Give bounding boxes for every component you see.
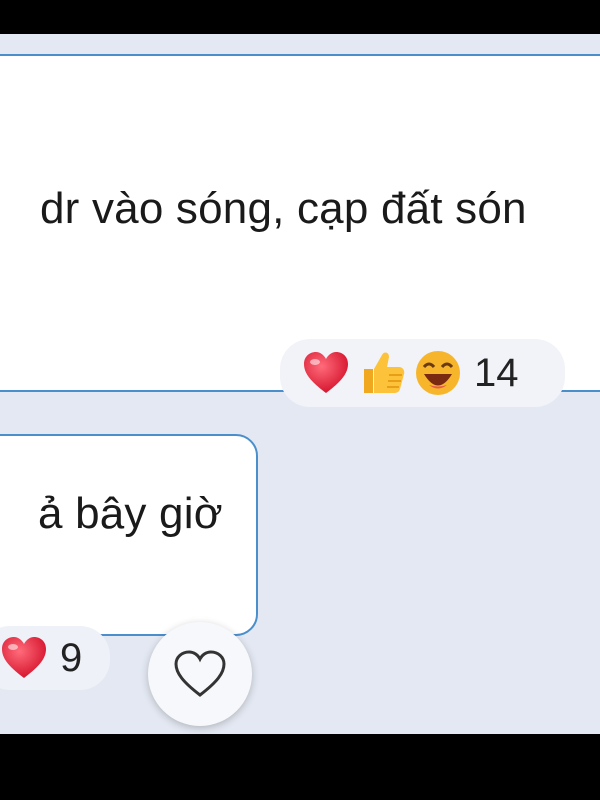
thumbs-up-emoji-icon bbox=[364, 352, 405, 393]
reaction-summary-1[interactable]: 14 bbox=[280, 339, 565, 407]
reaction-count-1: 14 bbox=[474, 350, 519, 395]
chat-area: dr vào sóng, cạp đất són 14 ả bây giờ 9 bbox=[0, 34, 600, 734]
laughing-emoji-icon bbox=[416, 351, 460, 395]
screen: dr vào sóng, cạp đất són 14 ả bây giờ 9 bbox=[0, 0, 600, 800]
reaction-summary-2[interactable]: 9 bbox=[0, 626, 110, 690]
heart-emoji-icon bbox=[2, 637, 46, 678]
reaction-count-2: 9 bbox=[60, 635, 83, 680]
like-button[interactable] bbox=[148, 622, 252, 726]
heart-outline-icon bbox=[174, 650, 226, 697]
message-text-1: dr vào sóng, cạp đất són bbox=[40, 184, 527, 233]
message-text-2: ả bây giờ bbox=[38, 489, 223, 538]
heart-emoji-icon bbox=[304, 352, 348, 393]
